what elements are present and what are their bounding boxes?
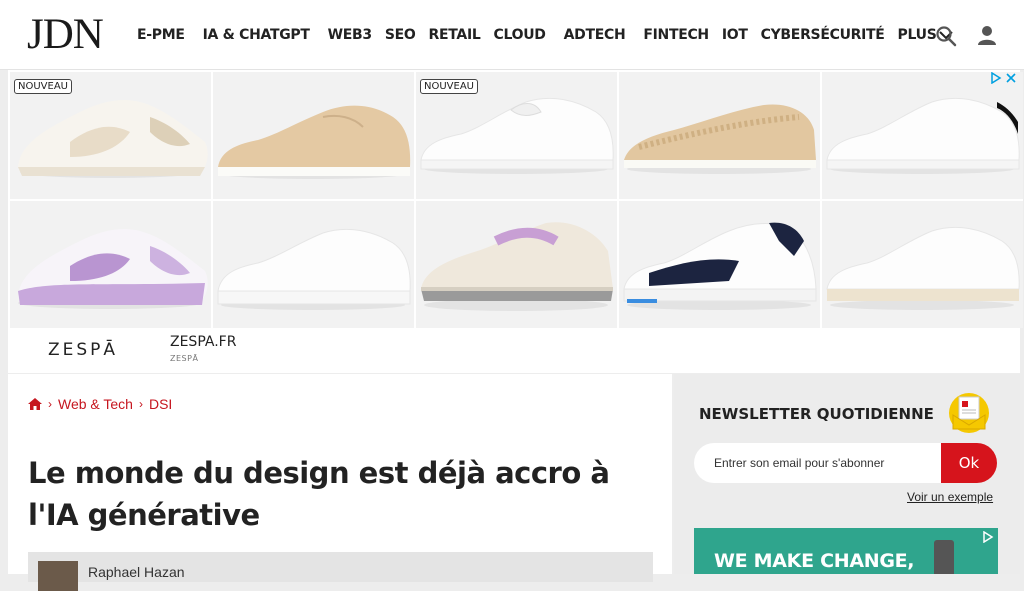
brand-name: ZESPĀ [170, 354, 199, 363]
ad-tile[interactable]: NOUVEAU [416, 72, 617, 199]
nav-more-label: PLUS [897, 27, 937, 43]
sneaker-image [217, 228, 411, 310]
sneaker-image [218, 105, 411, 179]
nav-item-fintech[interactable]: FINTECH [643, 27, 709, 43]
site-logo[interactable]: JDN [27, 12, 104, 58]
search-icon[interactable] [935, 25, 957, 47]
breadcrumb-separator: › [138, 397, 143, 411]
breadcrumb: › Web & Tech › DSI [28, 396, 172, 412]
brand-url-link[interactable]: ZESPA.FR [170, 334, 236, 350]
sneaker-image [18, 229, 208, 309]
main-nav: E-PME IA & CHATGPT WEB3 SEO RETAIL CLOUD… [137, 24, 954, 46]
ad-tile[interactable] [619, 72, 820, 199]
sneaker-image [826, 97, 1020, 174]
nav-item-retail[interactable]: RETAIL [429, 27, 481, 43]
ad-product-grid: NOUVEAU NOUVEAU [10, 72, 1023, 328]
newsletter-envelope-icon [949, 393, 989, 433]
ad-tile[interactable] [213, 72, 414, 199]
nav-item-e-pme[interactable]: E-PME [137, 27, 185, 43]
sidebar-ad[interactable]: WE MAKE CHANGE, [694, 528, 998, 574]
adchoices-icon[interactable] [982, 531, 994, 543]
sneaker-image [826, 226, 1020, 310]
ad-tile[interactable] [10, 201, 211, 328]
ad-tile[interactable]: NOUVEAU [10, 72, 211, 199]
nav-item-seo[interactable]: SEO [385, 27, 416, 43]
breadcrumb-item-dsi[interactable]: DSI [149, 396, 172, 412]
newsletter-title: NEWSLETTER QUOTIDIENNE [699, 405, 934, 423]
ad-tile[interactable] [416, 201, 617, 328]
author-bar: Raphael Hazan [28, 552, 653, 591]
nav-item-ia-chatgpt[interactable]: IA & CHATGPT [203, 27, 310, 43]
author-avatar[interactable] [38, 561, 78, 591]
sidebar-ad-text: WE MAKE CHANGE, [714, 550, 915, 572]
nav-item-adtech[interactable]: ADTECH [564, 27, 626, 43]
sneaker-image [421, 222, 613, 311]
breadcrumb-item-web-tech[interactable]: Web & Tech [58, 396, 133, 412]
brand-logo[interactable]: ZESPĀ [48, 340, 118, 360]
nav-item-web3[interactable]: WEB3 [328, 27, 373, 43]
ad-tile[interactable] [619, 201, 820, 328]
nav-item-iot[interactable]: IOT [722, 27, 748, 43]
ad-tile[interactable] [213, 201, 414, 328]
close-icon[interactable] [1006, 73, 1016, 83]
home-icon[interactable] [28, 398, 42, 410]
author-name[interactable]: Raphael Hazan [88, 564, 185, 580]
ad-tile[interactable] [822, 72, 1023, 199]
new-badge: NOUVEAU [14, 79, 72, 94]
nav-item-cybersecurite[interactable]: CYBERSÉCURITÉ [761, 27, 885, 43]
breadcrumb-separator: › [48, 397, 52, 411]
sneaker-image [624, 104, 816, 174]
site-header: JDN E-PME IA & CHATGPT WEB3 SEO RETAIL C… [0, 0, 1024, 70]
sidebar-ad-product-image [934, 540, 954, 574]
sponsored-ad[interactable]: NOUVEAU NOUVEAU ZESPĀ ZESPA.FR ZESPĀ [8, 70, 1023, 373]
newsletter-email-input[interactable] [694, 443, 942, 483]
article-main: › Web & Tech › DSI Le monde du design es… [8, 374, 672, 591]
newsletter-submit-button[interactable]: Ok [941, 443, 997, 483]
user-account-icon[interactable] [976, 24, 998, 46]
ad-tile[interactable] [822, 201, 1023, 328]
sneaker-image [623, 222, 817, 310]
sidebar: NEWSLETTER QUOTIDIENNE Ok Voir un exempl… [674, 374, 1020, 574]
article-title: Le monde du design est déjà accro à l'IA… [28, 456, 610, 532]
adchoices-icon [991, 72, 1002, 84]
newsletter-example-link[interactable]: Voir un exemple [907, 490, 993, 504]
nav-item-cloud[interactable]: CLOUD [494, 27, 546, 43]
ad-choices[interactable] [990, 72, 1016, 84]
new-badge: NOUVEAU [420, 79, 478, 94]
